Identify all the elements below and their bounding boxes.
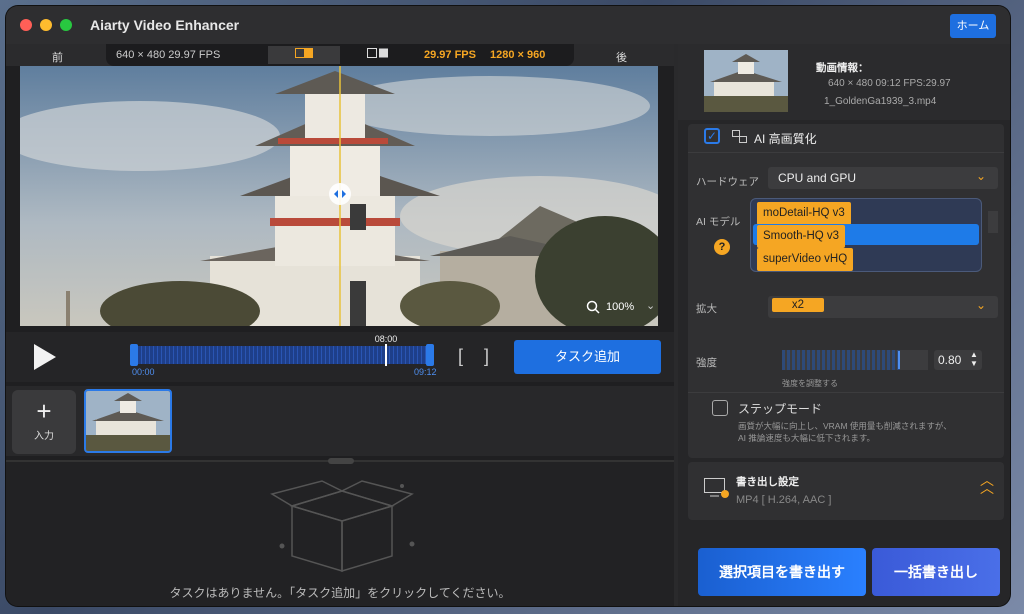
model-option-selected[interactable]: Smooth-HQ v3 [753, 224, 979, 248]
timeline-track[interactable] [130, 346, 434, 364]
resize-handle[interactable] [328, 458, 354, 464]
scale-value: x2 [772, 298, 824, 312]
preview-area: 前 640 × 480 29.97 FPS 29.97 FPS 1280 × 9… [6, 44, 674, 606]
hardware-label: ハードウェア [696, 176, 759, 188]
thumbnail-image [86, 391, 170, 451]
end-time: 09:12 [414, 367, 437, 377]
after-resolution: 1280 × 960 [490, 49, 546, 61]
strength-fill [782, 350, 900, 370]
chevron-down-icon: ⌄ [975, 169, 986, 183]
model-option-label: Smooth-HQ v3 [757, 225, 846, 248]
app-window: Aiarty Video Enhancer ホーム 前 640 × 480 29… [6, 6, 1010, 606]
zoom-control[interactable]: 100% ⌄ [586, 297, 656, 317]
task-queue: タスクはありません。「タスク追加」をクリックしてください。 [6, 458, 674, 606]
before-label: 前 [52, 52, 63, 64]
strength-value: 0.80 [938, 353, 962, 367]
timeline[interactable]: 08:00 00:00 09:12 [130, 334, 437, 377]
model-option[interactable]: moDetail-HQ v3 [753, 201, 979, 225]
export-settings[interactable]: 書き出し設定 MP4 [ H.264, AAC ] ︿ ︿ [688, 462, 1004, 520]
side-by-side-icon [367, 48, 388, 58]
playhead[interactable] [385, 344, 387, 366]
ai-model-label: AI モデル [696, 216, 741, 228]
current-time: 08:00 [374, 334, 398, 344]
chevron-down-icon: ⌄ [646, 300, 656, 312]
magnifier-icon [586, 300, 600, 314]
trim-start-handle[interactable] [130, 344, 138, 366]
ai-enhance-checkbox[interactable]: ✓ [704, 128, 720, 144]
before-info: 640 × 480 29.97 FPS [116, 49, 221, 61]
input-label: 入力 [34, 431, 54, 442]
split-view-icon [295, 48, 313, 58]
video-info-details: 640 × 480 09:12 FPS:29.97 [828, 78, 951, 89]
step-mode-desc-2: AI 推論速度も大幅に低下されます。 [738, 433, 876, 443]
close-window-button[interactable] [20, 19, 32, 31]
task-add-button[interactable]: タスク追加 [514, 340, 661, 374]
zoom-value: 100% [606, 301, 635, 313]
video-info-title: 動画情報： [816, 62, 869, 74]
after-label: 後 [616, 52, 627, 64]
model-option[interactable]: superVideo vHQ [753, 247, 979, 271]
step-mode-checkbox[interactable] [712, 400, 728, 416]
title-bar: Aiarty Video Enhancer ホーム [6, 6, 1010, 44]
home-button[interactable]: ホーム [950, 14, 996, 38]
split-view-button[interactable] [268, 46, 340, 64]
source-thumbnail[interactable] [84, 389, 172, 453]
help-icon[interactable]: ? [714, 239, 730, 255]
hardware-select[interactable]: CPU and GPU ⌄ [768, 167, 998, 189]
strength-slider[interactable] [782, 350, 928, 370]
export-format: MP4 [ H.264, AAC ] [736, 494, 832, 506]
strength-label: 強度 [696, 357, 717, 369]
empty-queue-message: タスクはありません。「タスク追加」をクリックしてください。 [169, 586, 511, 600]
scale-select[interactable]: x2 ⌄ [768, 296, 998, 318]
export-settings-title: 書き出し設定 [736, 476, 799, 488]
strength-thumb[interactable] [898, 351, 900, 369]
side-by-side-button[interactable] [342, 46, 414, 64]
empty-box-icon [270, 480, 415, 573]
settings-sidebar: 動画情報： 640 × 480 09:12 FPS:29.97 1_Golden… [678, 44, 1010, 606]
compare-bar: 前 640 × 480 29.97 FPS 29.97 FPS 1280 × 9… [6, 44, 674, 66]
play-icon[interactable] [32, 344, 58, 370]
video-info-thumbnail [704, 50, 788, 112]
video-frame-image [20, 66, 658, 326]
mark-out-icon[interactable]: ] [484, 346, 489, 367]
model-select-edge[interactable] [988, 211, 998, 233]
strength-stepper[interactable]: 0.80 ▲ ▼ [934, 350, 982, 370]
playback-bar: 08:00 00:00 09:12 [ ] タスク追加 [6, 332, 674, 382]
model-option-label: moDetail-HQ v3 [757, 202, 851, 225]
stepper-arrows-icon[interactable]: ▲ ▼ [970, 350, 978, 368]
source-strip: + 入力 [6, 386, 674, 456]
mark-in-icon[interactable]: [ [458, 346, 463, 367]
ai-enhance-panel: ✓ AI 高画質化 ハードウェア CPU and GPU ⌄ AI モデル ? … [688, 124, 1004, 458]
enhance-icon [732, 130, 747, 143]
zoom-window-button[interactable] [60, 19, 72, 31]
divider [688, 152, 1004, 153]
scale-label: 拡大 [696, 303, 717, 315]
video-info: 動画情報： 640 × 480 09:12 FPS:29.97 1_Golden… [678, 44, 1010, 120]
compare-info: 640 × 480 29.97 FPS 29.97 FPS 1280 × 960 [106, 44, 574, 66]
export-settings-icon [704, 478, 729, 498]
minimize-window-button[interactable] [40, 19, 52, 31]
video-preview[interactable]: 100% ⌄ [20, 66, 658, 326]
strength-hint: 強度を調整する [782, 379, 838, 388]
trim-end-handle[interactable] [426, 344, 434, 366]
divider [688, 392, 1004, 393]
after-fps: 29.97 FPS [424, 49, 476, 61]
step-mode-desc-1: 画質が大幅に向上し、VRAM 使用量も削減されますが、 [738, 421, 952, 431]
plus-icon: + [36, 396, 52, 426]
add-input-button[interactable]: + 入力 [12, 390, 76, 454]
start-time: 00:00 [132, 367, 155, 377]
chevron-up-double-icon[interactable]: ︿ ︿ [980, 473, 994, 495]
export-selected-button[interactable]: 選択項目を書き出す [698, 548, 866, 596]
export-all-button[interactable]: 一括書き出し [872, 548, 1000, 596]
ai-enhance-label: AI 高画質化 [754, 132, 817, 146]
step-mode-label: ステップモード [738, 402, 823, 416]
hardware-value: CPU and GPU [778, 171, 857, 185]
app-title: Aiarty Video Enhancer [90, 17, 240, 33]
video-filename: 1_GoldenGa1939_3.mp4 [824, 96, 937, 107]
ai-model-dropdown[interactable]: moDetail-HQ v3 Smooth-HQ v3 superVideo v… [750, 198, 982, 272]
chevron-down-icon: ⌄ [975, 298, 986, 312]
model-option-label: superVideo vHQ [757, 248, 854, 271]
